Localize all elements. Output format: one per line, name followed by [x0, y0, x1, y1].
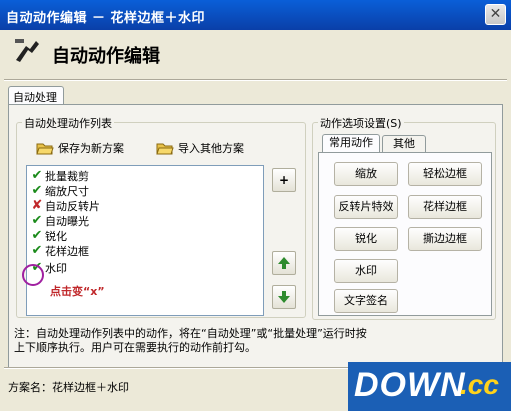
reverse-film-effect-button[interactable]: 反转片特效: [334, 195, 398, 219]
note-text: 注：自动处理动作列表中的动作，将在“自动处理”或“批量处理”运行时按上下顺序执行…: [14, 327, 367, 354]
import-scheme-button[interactable]: 导入其他方案: [156, 140, 244, 156]
list-item[interactable]: ✔ 锐化: [29, 228, 67, 243]
torn-edge-border-button[interactable]: 撕边边框: [408, 227, 482, 251]
add-action-button[interactable]: +: [272, 168, 296, 192]
dialog-header: 自动动作编辑: [0, 30, 511, 78]
camera-logo-icon: [15, 39, 39, 62]
cross-icon[interactable]: ✘: [29, 198, 45, 213]
window-title: 自动动作编辑 － 花样边框＋水印: [6, 11, 206, 26]
tab-other[interactable]: 其他: [382, 135, 426, 153]
tab-auto-process[interactable]: 自动处理: [8, 86, 64, 104]
title-bar: 自动动作编辑 － 花样边框＋水印 ✕: [0, 0, 511, 30]
scheme-name-label: 方案名：花样边框＋水印: [8, 381, 129, 394]
folder-open-icon: [36, 143, 54, 155]
header-divider: [4, 79, 507, 81]
list-item[interactable]: ✘ 自动反转片: [29, 198, 100, 213]
tab-common-actions[interactable]: 常用动作: [322, 134, 380, 152]
checkmark-icon[interactable]: ✔: [29, 168, 45, 183]
folder-open-icon: [156, 143, 174, 155]
annotation-text: 点击变“x”: [50, 285, 105, 298]
save-as-new-scheme-label: 保存为新方案: [58, 142, 124, 155]
checkmark-icon[interactable]: ✔: [29, 228, 45, 243]
move-up-button[interactable]: [272, 251, 296, 275]
arrow-up-icon: [278, 257, 290, 269]
checkmark-icon[interactable]: ✔: [29, 213, 45, 228]
list-item[interactable]: ✔ 批量裁剪: [29, 168, 89, 183]
move-down-button[interactable]: [272, 285, 296, 309]
checkmark-icon[interactable]: ✔: [29, 183, 45, 198]
easy-border-button[interactable]: 轻松边框: [408, 162, 482, 186]
fancy-border-button[interactable]: 花样边框: [408, 195, 482, 219]
page-title: 自动动作编辑: [52, 46, 160, 67]
watermark-main: DOWN: [354, 366, 466, 404]
arrow-down-icon: [278, 291, 290, 303]
watermark-button[interactable]: 水印: [334, 259, 398, 283]
sharpen-button[interactable]: 锐化: [334, 227, 398, 251]
scale-button[interactable]: 缩放: [334, 162, 398, 186]
save-as-new-scheme-button[interactable]: 保存为新方案: [36, 140, 124, 156]
list-item[interactable]: ✔ 花样边框: [29, 243, 89, 258]
text-signature-button[interactable]: 文字签名: [334, 289, 398, 313]
checkmark-icon[interactable]: ✔: [29, 243, 45, 258]
import-scheme-label: 导入其他方案: [178, 142, 244, 155]
close-button[interactable]: ✕: [485, 4, 506, 25]
list-item[interactable]: ✔ 缩放尺寸: [29, 183, 89, 198]
site-watermark: DOWN .cc: [348, 362, 511, 411]
action-options-group-label: 动作选项设置(S): [318, 115, 404, 131]
action-list-group-label: 自动处理动作列表: [22, 115, 114, 131]
list-item[interactable]: ✔ 自动曝光: [29, 213, 89, 228]
watermark-suffix: .cc: [460, 369, 499, 400]
annotation-circle: [22, 264, 44, 286]
